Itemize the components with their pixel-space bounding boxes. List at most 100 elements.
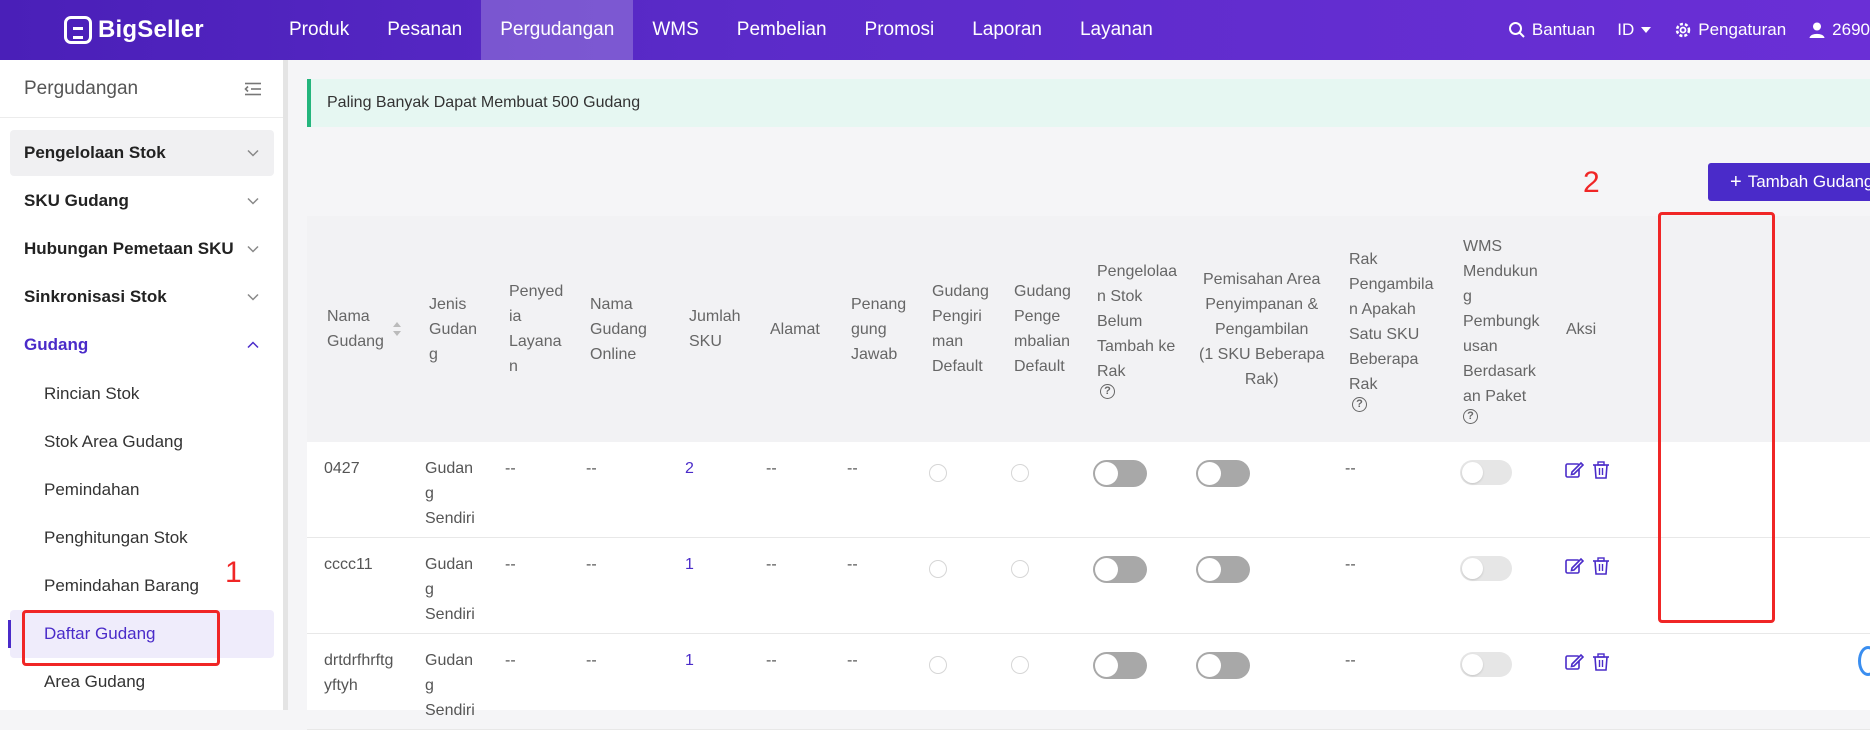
nav-item-laporan[interactable]: Laporan bbox=[953, 0, 1061, 60]
wms-packing-toggle[interactable] bbox=[1460, 556, 1512, 581]
user-menu[interactable]: 2690 bbox=[1808, 20, 1870, 40]
th-line: Jenis bbox=[429, 295, 467, 313]
th-line: Rak bbox=[1097, 363, 1126, 380]
table-header: Nama Gudang Jenis Gudan g Penyed ia Laya… bbox=[307, 216, 1870, 442]
default-shipping-radio[interactable] bbox=[929, 656, 947, 674]
main-nav: Produk Pesanan Pergudangan WMS Pembelian… bbox=[270, 0, 1172, 60]
collapse-menu-icon[interactable] bbox=[244, 82, 262, 96]
stock-management-toggle[interactable] bbox=[1093, 556, 1147, 583]
th-line: Layana bbox=[509, 333, 562, 350]
nav-item-layanan[interactable]: Layanan bbox=[1061, 0, 1172, 60]
sidebar-item-stok-area-gudang[interactable]: Stok Area Gudang bbox=[10, 418, 274, 466]
cell-rak-pengambilan: -- bbox=[1345, 556, 1356, 573]
th-line: usan bbox=[1463, 338, 1498, 355]
sidebar-header: Pergudangan bbox=[0, 60, 286, 118]
help-icon[interactable]: ? bbox=[1100, 384, 1115, 399]
cell-jumlah-sku-link[interactable]: 1 bbox=[685, 648, 694, 673]
cell-jumlah-sku-link[interactable]: 1 bbox=[685, 552, 694, 577]
th-line: ia bbox=[509, 308, 522, 325]
chevron-down-icon bbox=[247, 293, 259, 301]
th-line: Mendukun bbox=[1463, 263, 1538, 280]
th-line: Berdasark bbox=[1463, 363, 1536, 380]
th-line: Nama bbox=[590, 295, 633, 313]
nav-item-pergudangan[interactable]: Pergudangan bbox=[481, 0, 634, 60]
th-line: Default bbox=[932, 358, 983, 375]
cell-alamat: -- bbox=[766, 460, 777, 477]
th-line: Jawab bbox=[851, 345, 898, 363]
sidebar-item-pemindahan[interactable]: Pemindahan bbox=[10, 466, 274, 514]
area-separation-toggle[interactable] bbox=[1196, 652, 1250, 679]
sidebar-group-sku-gudang[interactable]: SKU Gudang bbox=[10, 178, 274, 224]
nav-item-promosi[interactable]: Promosi bbox=[846, 0, 954, 60]
default-return-radio[interactable] bbox=[1011, 464, 1029, 482]
settings-link[interactable]: Pengaturan bbox=[1674, 20, 1786, 40]
cell-line: g bbox=[425, 581, 434, 598]
cell-rak-pengambilan: -- bbox=[1345, 652, 1356, 669]
sidebar-group-gudang[interactable]: Gudang bbox=[10, 322, 274, 368]
th-line: g bbox=[429, 345, 438, 363]
cell-penyedia-layanan: -- bbox=[505, 556, 516, 573]
default-shipping-radio[interactable] bbox=[929, 560, 947, 578]
stock-management-toggle[interactable] bbox=[1093, 652, 1147, 679]
th-pemisahan-area: Pemisahan Area Penyimpanan & Pengambilan… bbox=[1199, 216, 1324, 442]
sidebar-group-hubungan-pemetaan-sku[interactable]: Hubungan Pemetaan SKU bbox=[10, 226, 274, 272]
help-label: Bantuan bbox=[1531, 20, 1596, 39]
nav-item-pesanan[interactable]: Pesanan bbox=[368, 0, 481, 60]
cell-line: Gudan bbox=[425, 556, 474, 573]
cell-jenis-gudang: Gudan g Sendiri bbox=[425, 552, 475, 627]
th-jumlah-sku: Jumlah SKU bbox=[689, 216, 741, 442]
area-separation-toggle[interactable] bbox=[1196, 460, 1250, 487]
cell-nama-gudang-online: -- bbox=[586, 556, 597, 573]
trash-icon[interactable] bbox=[1591, 652, 1611, 672]
th-line: Gudang bbox=[590, 320, 647, 338]
cell-line: Gudan bbox=[425, 652, 474, 669]
th-line: Rak bbox=[1349, 250, 1378, 268]
th-jenis-gudang: Jenis Gudan g bbox=[429, 216, 477, 442]
edit-icon[interactable] bbox=[1564, 460, 1584, 480]
wms-packing-toggle[interactable] bbox=[1460, 460, 1512, 485]
nav-item-wms[interactable]: WMS bbox=[633, 0, 717, 60]
cell-rak-pengambilan: -- bbox=[1345, 460, 1356, 477]
trash-icon[interactable] bbox=[1591, 460, 1611, 480]
th-line: Alamat bbox=[770, 320, 820, 338]
sidebar-scrollbar[interactable] bbox=[283, 60, 288, 710]
th-rak-pengambilan: Rak Pengambila n Apakah Satu SKU Beberap… bbox=[1349, 216, 1434, 442]
nav-item-pembelian[interactable]: Pembelian bbox=[718, 0, 846, 60]
area-separation-toggle[interactable] bbox=[1196, 556, 1250, 583]
th-line: Penyimpanan & bbox=[1205, 295, 1319, 313]
default-return-radio[interactable] bbox=[1011, 656, 1029, 674]
top-navbar: BigSeller Produk Pesanan Pergudangan WMS… bbox=[0, 0, 1870, 60]
cell-jenis-gudang: Gudan g Sendiri bbox=[425, 456, 475, 531]
edit-icon[interactable] bbox=[1564, 652, 1584, 672]
nav-item-produk[interactable]: Produk bbox=[270, 0, 368, 60]
sidebar-group-pengelolaan-stok[interactable]: Pengelolaan Stok bbox=[10, 130, 274, 176]
brand-logo[interactable]: BigSeller bbox=[64, 14, 204, 46]
default-shipping-radio[interactable] bbox=[929, 464, 947, 482]
cell-line: g bbox=[425, 485, 434, 502]
wms-packing-toggle[interactable] bbox=[1460, 652, 1512, 677]
sidebar-item-rincian-stok[interactable]: Rincian Stok bbox=[10, 370, 274, 418]
sort-icon[interactable] bbox=[392, 321, 402, 337]
cell-nama-gudang-online: -- bbox=[586, 652, 597, 669]
sidebar-group-sinkronisasi-stok[interactable]: Sinkronisasi Stok bbox=[10, 274, 274, 320]
sidebar-item-penghitungan-stok[interactable]: Penghitungan Stok bbox=[10, 514, 274, 562]
th-nama-gudang[interactable]: Nama Gudang bbox=[327, 216, 402, 442]
th-line: Pengambila bbox=[1349, 275, 1434, 293]
settings-label: Pengaturan bbox=[1698, 20, 1787, 39]
help-link[interactable]: Bantuan bbox=[1508, 20, 1595, 40]
brand-name: BigSeller bbox=[98, 16, 204, 43]
trash-icon[interactable] bbox=[1591, 556, 1611, 576]
help-icon[interactable]: ? bbox=[1352, 396, 1367, 412]
stock-management-toggle[interactable] bbox=[1093, 460, 1147, 487]
language-select[interactable]: ID bbox=[1617, 20, 1652, 40]
edit-icon[interactable] bbox=[1564, 556, 1584, 576]
default-return-radio[interactable] bbox=[1011, 560, 1029, 578]
help-icon[interactable]: ? bbox=[1463, 409, 1478, 424]
cell-line: Sendiri bbox=[425, 510, 475, 527]
cell-alamat: -- bbox=[766, 556, 777, 573]
th-line: Beberapa bbox=[1349, 350, 1419, 368]
add-warehouse-button[interactable]: + Tambah Gudang bbox=[1708, 163, 1870, 201]
cell-jumlah-sku-link[interactable]: 2 bbox=[685, 456, 694, 481]
th-line: n Apakah bbox=[1349, 300, 1416, 318]
cell-jenis-gudang: Gudan g Sendiri bbox=[425, 648, 475, 723]
